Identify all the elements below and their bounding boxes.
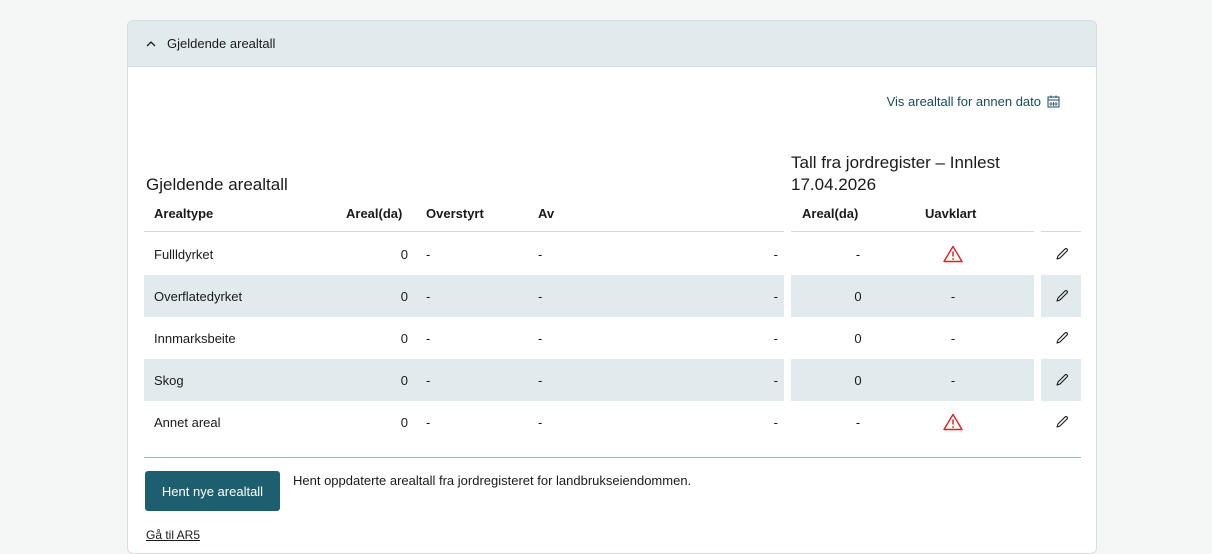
other-date-label: Vis arealtall for annen dato <box>886 94 1041 109</box>
cell-reg-areal: 0 <box>854 372 862 388</box>
table-row: Overflatedyrket 0 - - - 0 - <box>128 275 1096 317</box>
edit-pencil-icon[interactable] <box>1043 233 1081 275</box>
cell-arealtype: Overflatedyrket <box>154 288 243 304</box>
cell-arealtype: Skog <box>154 372 184 388</box>
cell-areal: 0 <box>400 330 408 346</box>
cell-uavklart: - <box>950 288 956 304</box>
register-title: Tall fra jordregister – Innlest 17.04.20… <box>791 153 1000 194</box>
ar5-link[interactable]: Gå til AR5 <box>146 528 200 542</box>
cell-av: - <box>538 288 543 304</box>
other-date-link[interactable]: Vis arealtall for annen dato <box>887 94 1060 109</box>
fetch-description: Hent oppdaterte arealtall fra jordregist… <box>293 473 692 488</box>
cell-av: - <box>538 246 543 262</box>
cell-extra: - <box>773 330 778 346</box>
table-row: Annet areal 0 - - - - <box>128 401 1096 443</box>
cell-uavklart: - <box>950 372 956 388</box>
register-header-divider <box>791 231 1034 232</box>
cell-extra: - <box>773 372 778 388</box>
edit-pencil-icon[interactable] <box>1043 359 1081 401</box>
col-header-av: Av <box>538 206 555 221</box>
footer-divider <box>144 457 1081 458</box>
table-header-divider <box>144 231 784 232</box>
col-header-reg-areal: Areal(da) <box>802 206 859 221</box>
cell-reg-areal: - <box>855 246 861 262</box>
warning-icon <box>923 233 983 275</box>
cell-av: - <box>538 330 543 346</box>
col-header-arealtype: Arealtype <box>154 206 214 221</box>
table-row: Skog 0 - - - 0 - <box>128 359 1096 401</box>
areal-panel: Gjeldende arealtall Vis arealtall for an… <box>127 20 1097 554</box>
col-header-uavklart: Uavklart <box>925 206 977 221</box>
panel-header-title: Gjeldende arealtall <box>167 36 276 51</box>
edit-pencil-icon[interactable] <box>1043 275 1081 317</box>
section-title: Gjeldende arealtall <box>146 175 288 194</box>
cell-arealtype: Innmarksbeite <box>154 330 236 346</box>
edit-header-divider <box>1041 231 1081 232</box>
cell-arealtype: Fullldyrket <box>154 246 214 262</box>
cell-areal: 0 <box>400 414 408 430</box>
cell-av: - <box>538 372 543 388</box>
cell-av: - <box>538 414 543 430</box>
edit-pencil-icon[interactable] <box>1043 401 1081 443</box>
cell-overstyrt: - <box>426 246 431 262</box>
cell-reg-areal: 0 <box>854 288 862 304</box>
row-stripe <box>144 359 784 401</box>
cell-extra: - <box>773 246 778 262</box>
cell-extra: - <box>773 288 778 304</box>
cell-overstyrt: - <box>426 372 431 388</box>
col-header-overstyrt: Overstyrt <box>426 206 484 221</box>
cell-reg-areal: 0 <box>854 330 862 346</box>
cell-extra: - <box>773 414 778 430</box>
col-header-areal: Areal(da) <box>346 206 403 221</box>
calendar-icon <box>1047 95 1060 108</box>
cell-areal: 0 <box>400 288 408 304</box>
cell-overstyrt: - <box>426 330 431 346</box>
cell-areal: 0 <box>400 372 408 388</box>
cell-overstyrt: - <box>426 288 431 304</box>
panel-header-toggle[interactable]: Gjeldende arealtall <box>128 21 1096 67</box>
cell-reg-areal: - <box>855 414 861 430</box>
table-row: Fullldyrket 0 - - - - <box>128 233 1096 275</box>
cell-overstyrt: - <box>426 414 431 430</box>
edit-pencil-icon[interactable] <box>1043 317 1081 359</box>
warning-icon <box>923 401 983 443</box>
cell-arealtype: Annet areal <box>154 414 221 430</box>
cell-areal: 0 <box>400 246 408 262</box>
table-row: Innmarksbeite 0 - - - 0 - <box>128 317 1096 359</box>
cell-uavklart: - <box>950 330 956 346</box>
fetch-arealtall-button[interactable]: Hent nye arealtall <box>145 471 280 511</box>
chevron-up-icon <box>145 38 157 50</box>
